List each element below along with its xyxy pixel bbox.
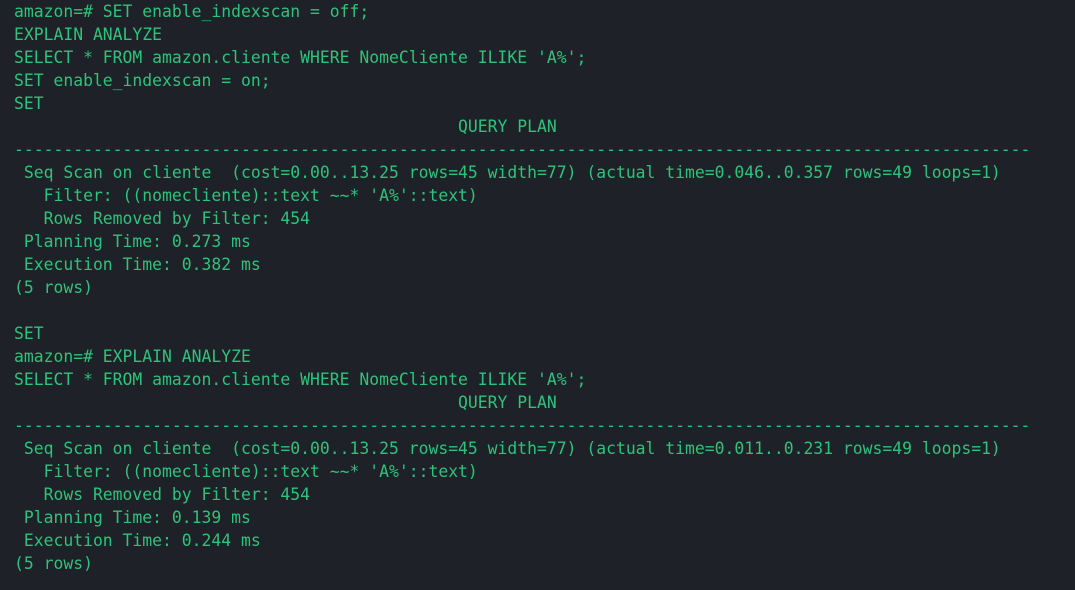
plan-row: Seq Scan on cliente (cost=0.00..13.25 ro… (14, 439, 1001, 458)
command-line: SELECT * FROM amazon.cliente WHERE NomeC… (14, 370, 587, 389)
command-line: EXPLAIN ANALYZE (14, 25, 163, 44)
plan-row: Filter: ((nomecliente)::text ~~* 'A%'::t… (14, 186, 478, 205)
terminal-window[interactable]: amazon=# SET enable_indexscan = off; EXP… (0, 0, 1075, 590)
command-line: SELECT * FROM amazon.cliente WHERE NomeC… (14, 48, 587, 67)
plan-row: Rows Removed by Filter: 454 (14, 485, 311, 504)
output-line: SET (14, 324, 44, 343)
separator-line: ----------------------------------------… (14, 140, 1031, 159)
plan-row: Planning Time: 0.273 ms (14, 232, 251, 251)
output-line: SET (14, 94, 44, 113)
plan-row: Seq Scan on cliente (cost=0.00..13.25 ro… (14, 163, 1001, 182)
prompt-line: amazon=# EXPLAIN ANALYZE (14, 347, 251, 366)
plan-row: Planning Time: 0.139 ms (14, 508, 251, 527)
plan-row: Execution Time: 0.244 ms (14, 531, 261, 550)
row-count: (5 rows) (14, 278, 93, 297)
query-plan-header: QUERY PLAN (14, 117, 557, 136)
row-count: (5 rows) (14, 554, 93, 573)
plan-row: Filter: ((nomecliente)::text ~~* 'A%'::t… (14, 462, 478, 481)
query-plan-header: QUERY PLAN (14, 393, 557, 412)
separator-line: ----------------------------------------… (14, 416, 1031, 435)
prompt-line: amazon=# SET enable_indexscan = off; (14, 2, 370, 21)
plan-row: Rows Removed by Filter: 454 (14, 209, 311, 228)
command-line: SET enable_indexscan = on; (14, 71, 271, 90)
plan-row: Execution Time: 0.382 ms (14, 255, 261, 274)
